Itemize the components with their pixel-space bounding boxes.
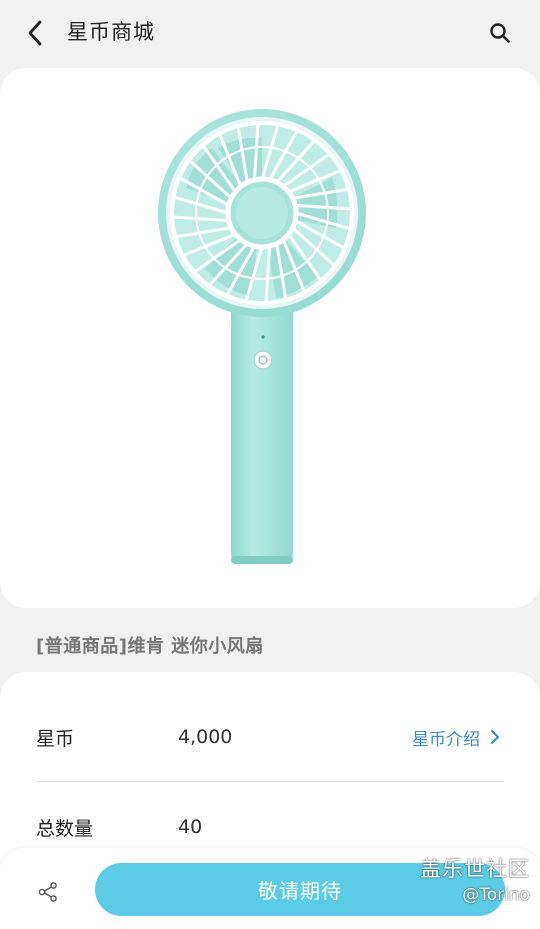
quantity-row: 总数量 40 (36, 807, 504, 847)
coin-price-row: 星币 4,000 星币介绍 (36, 717, 504, 757)
share-button[interactable] (34, 878, 62, 906)
chevron-right-icon (491, 730, 499, 744)
product-name: [普通商品]维肯 迷你小风扇 (36, 636, 264, 657)
coin-intro-link[interactable]: 星币介绍 (412, 725, 504, 750)
quantity-value: 40 (178, 816, 203, 838)
coin-value: 4,000 (178, 726, 233, 748)
search-button[interactable] (484, 17, 516, 49)
chevron-left-icon (28, 20, 42, 46)
coin-label: 星币 (36, 727, 75, 750)
header-bar: 星币商城 (0, 0, 540, 66)
search-icon (490, 23, 510, 43)
page-title: 星币商城 (67, 20, 155, 44)
coin-intro-label: 星币介绍 (412, 729, 480, 750)
divider (36, 781, 504, 782)
share-icon (38, 882, 57, 902)
coming-soon-button[interactable]: 敬请期待 (95, 863, 505, 916)
back-button[interactable] (18, 16, 52, 50)
product-image-card (0, 68, 540, 608)
product-image (158, 109, 366, 564)
quantity-label: 总数量 (36, 817, 94, 840)
